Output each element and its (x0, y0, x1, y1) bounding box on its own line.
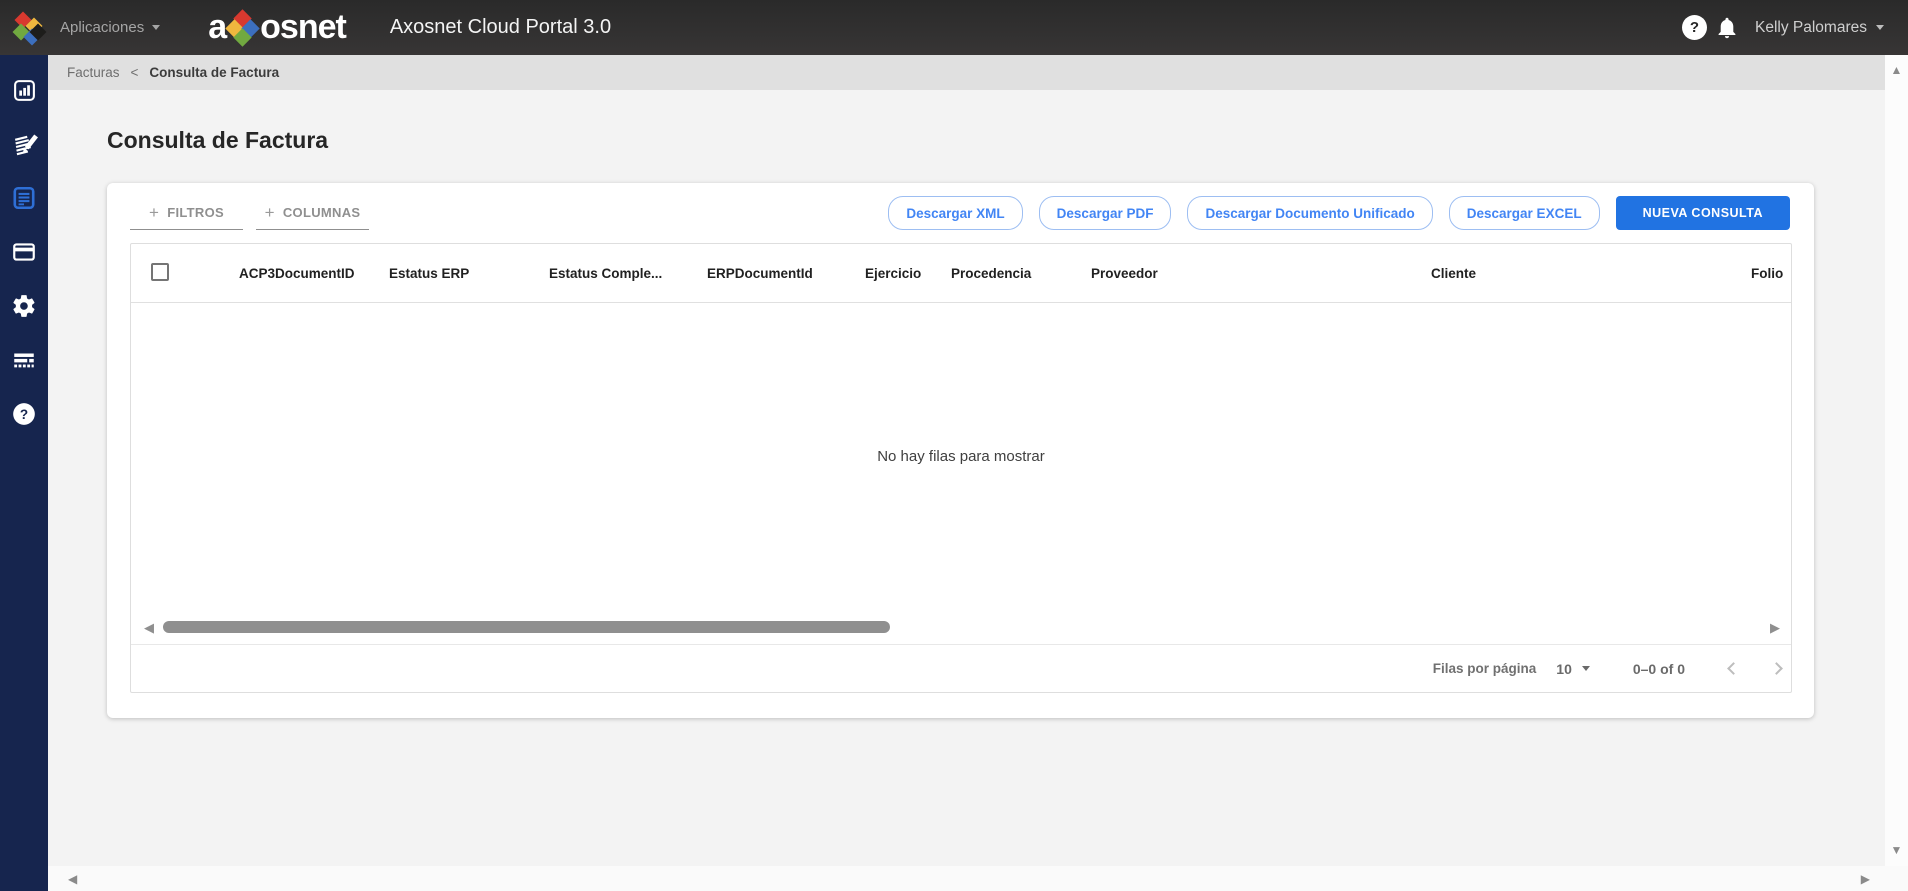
rows-per-page-value: 10 (1556, 661, 1572, 677)
column-header-procedencia[interactable]: Procedencia (935, 266, 1075, 281)
rows-per-page-select[interactable]: 10 (1556, 661, 1590, 677)
caret-down-icon (1876, 25, 1884, 30)
download-unified-document-button[interactable]: Descargar Documento Unificado (1187, 196, 1432, 230)
breadcrumb-parent[interactable]: Facturas (67, 65, 120, 80)
results-table: ACP3DocumentID Estatus ERP Estatus Compl… (130, 243, 1792, 693)
user-name: Kelly Palomares (1755, 19, 1867, 37)
next-page-icon[interactable] (1770, 662, 1783, 675)
filters-expander[interactable]: + FILTROS (130, 196, 243, 230)
scroll-down-arrow-icon[interactable]: ▼ (1891, 844, 1903, 856)
table-header-row: ACP3DocumentID Estatus ERP Estatus Compl… (131, 244, 1791, 303)
column-header-estatus-complemento[interactable]: Estatus Comple... (533, 266, 691, 281)
columns-label: COLUMNAS (283, 205, 361, 220)
breadcrumb-separator: < (131, 65, 139, 80)
help-icon[interactable]: ? (1682, 15, 1707, 40)
portal-title: Axosnet Cloud Portal 3.0 (390, 16, 611, 39)
toolbar-buttons: Descargar XML Descargar PDF Descargar Do… (888, 196, 1790, 230)
breadcrumb-current: Consulta de Factura (149, 65, 279, 80)
sidebar-item-help[interactable]: ? (10, 401, 38, 427)
axosnet-brand-logo[interactable]: a osnet (208, 8, 346, 47)
table-horizontal-scrollbar: ◀ ▶ (131, 610, 1791, 645)
plus-icon: + (149, 203, 159, 223)
user-menu[interactable]: Kelly Palomares (1755, 19, 1884, 37)
table-scrollbar-thumb[interactable] (163, 621, 890, 633)
table-scroll-right-arrow-icon[interactable]: ▶ (1770, 621, 1780, 634)
applications-menu-label: Aplicaciones (60, 19, 144, 36)
download-xml-button[interactable]: Descargar XML (888, 196, 1022, 230)
page-title: Consulta de Factura (107, 127, 328, 154)
column-header-erpdocumentid[interactable]: ERPDocumentId (691, 266, 849, 281)
download-pdf-button[interactable]: Descargar PDF (1039, 196, 1172, 230)
scroll-up-arrow-icon[interactable]: ▲ (1891, 64, 1903, 76)
bar-chart-icon (12, 78, 37, 103)
document-icon (11, 185, 37, 211)
sidebar-item-analytics[interactable] (10, 77, 38, 103)
scroll-left-arrow-icon[interactable]: ◀ (68, 872, 77, 886)
table-body-empty: No hay filas para mostrar (131, 303, 1791, 610)
breadcrumb: Facturas < Consulta de Factura (48, 55, 1885, 90)
table-scroll-left-arrow-icon[interactable]: ◀ (144, 621, 154, 634)
pagination-range: 0–0 of 0 (1633, 661, 1685, 677)
column-header-acp3documentid[interactable]: ACP3DocumentID (223, 266, 373, 281)
horizontal-scrollbar[interactable]: ◀ ▶ (48, 866, 1908, 891)
rows-per-page-label: Filas por página (1433, 661, 1537, 676)
axosnet-app-logo-icon (13, 13, 43, 43)
brand-prefix: a (208, 8, 226, 47)
column-header-proveedor[interactable]: Proveedor (1075, 266, 1415, 281)
top-navbar: Aplicaciones a osnet Axosnet Cloud Porta… (0, 0, 1908, 55)
invoice-query-card: + FILTROS + COLUMNAS Descargar XML Desca… (107, 183, 1814, 718)
brand-suffix: osnet (260, 8, 346, 47)
table-scrollbar-track[interactable] (163, 621, 1761, 633)
filters-label: FILTROS (167, 205, 224, 220)
applications-menu[interactable]: Aplicaciones (60, 19, 160, 36)
select-all-checkbox[interactable] (151, 263, 169, 281)
download-excel-button[interactable]: Descargar EXCEL (1449, 196, 1600, 230)
column-header-ejercicio[interactable]: Ejercicio (849, 266, 935, 281)
select-all-cell (131, 263, 223, 284)
new-query-button[interactable]: NUEVA CONSULTA (1616, 196, 1790, 230)
main-content: Consulta de Factura + FILTROS + COLUMNAS… (48, 90, 1885, 866)
toolbar: + FILTROS + COLUMNAS Descargar XML Desca… (130, 196, 1790, 230)
plus-icon: + (265, 203, 275, 223)
pagination-bar: Filas por página 10 0–0 of 0 (131, 645, 1791, 692)
columns-expander[interactable]: + COLUMNAS (256, 196, 369, 230)
column-header-estatus-erp[interactable]: Estatus ERP (373, 266, 533, 281)
column-header-cliente[interactable]: Cliente (1415, 266, 1735, 281)
vertical-scrollbar[interactable]: ▲ ▼ (1885, 55, 1908, 866)
left-sidebar: ? (0, 55, 48, 891)
sidebar-item-settings[interactable] (10, 293, 38, 319)
previous-page-icon[interactable] (1727, 662, 1740, 675)
empty-rows-message: No hay filas para mostrar (877, 448, 1045, 465)
caret-down-icon (1582, 666, 1590, 671)
sidebar-item-invoices-active[interactable] (10, 185, 38, 211)
credit-card-icon (11, 239, 37, 265)
sidebar-item-payments[interactable] (10, 239, 38, 265)
gear-icon (11, 293, 37, 319)
notifications-bell-icon[interactable] (1715, 16, 1739, 40)
brand-diamond-x-icon (227, 12, 259, 44)
help-circle-icon: ? (11, 401, 37, 427)
svg-text:?: ? (20, 407, 28, 422)
scroll-right-arrow-icon[interactable]: ▶ (1861, 872, 1870, 886)
caret-down-icon (152, 25, 160, 30)
table-rows-icon (11, 347, 37, 373)
sidebar-item-records[interactable] (10, 347, 38, 373)
column-header-folio[interactable]: Folio (1735, 266, 1791, 281)
notepad-pen-icon (11, 131, 38, 158)
sidebar-item-capture[interactable] (10, 131, 38, 157)
